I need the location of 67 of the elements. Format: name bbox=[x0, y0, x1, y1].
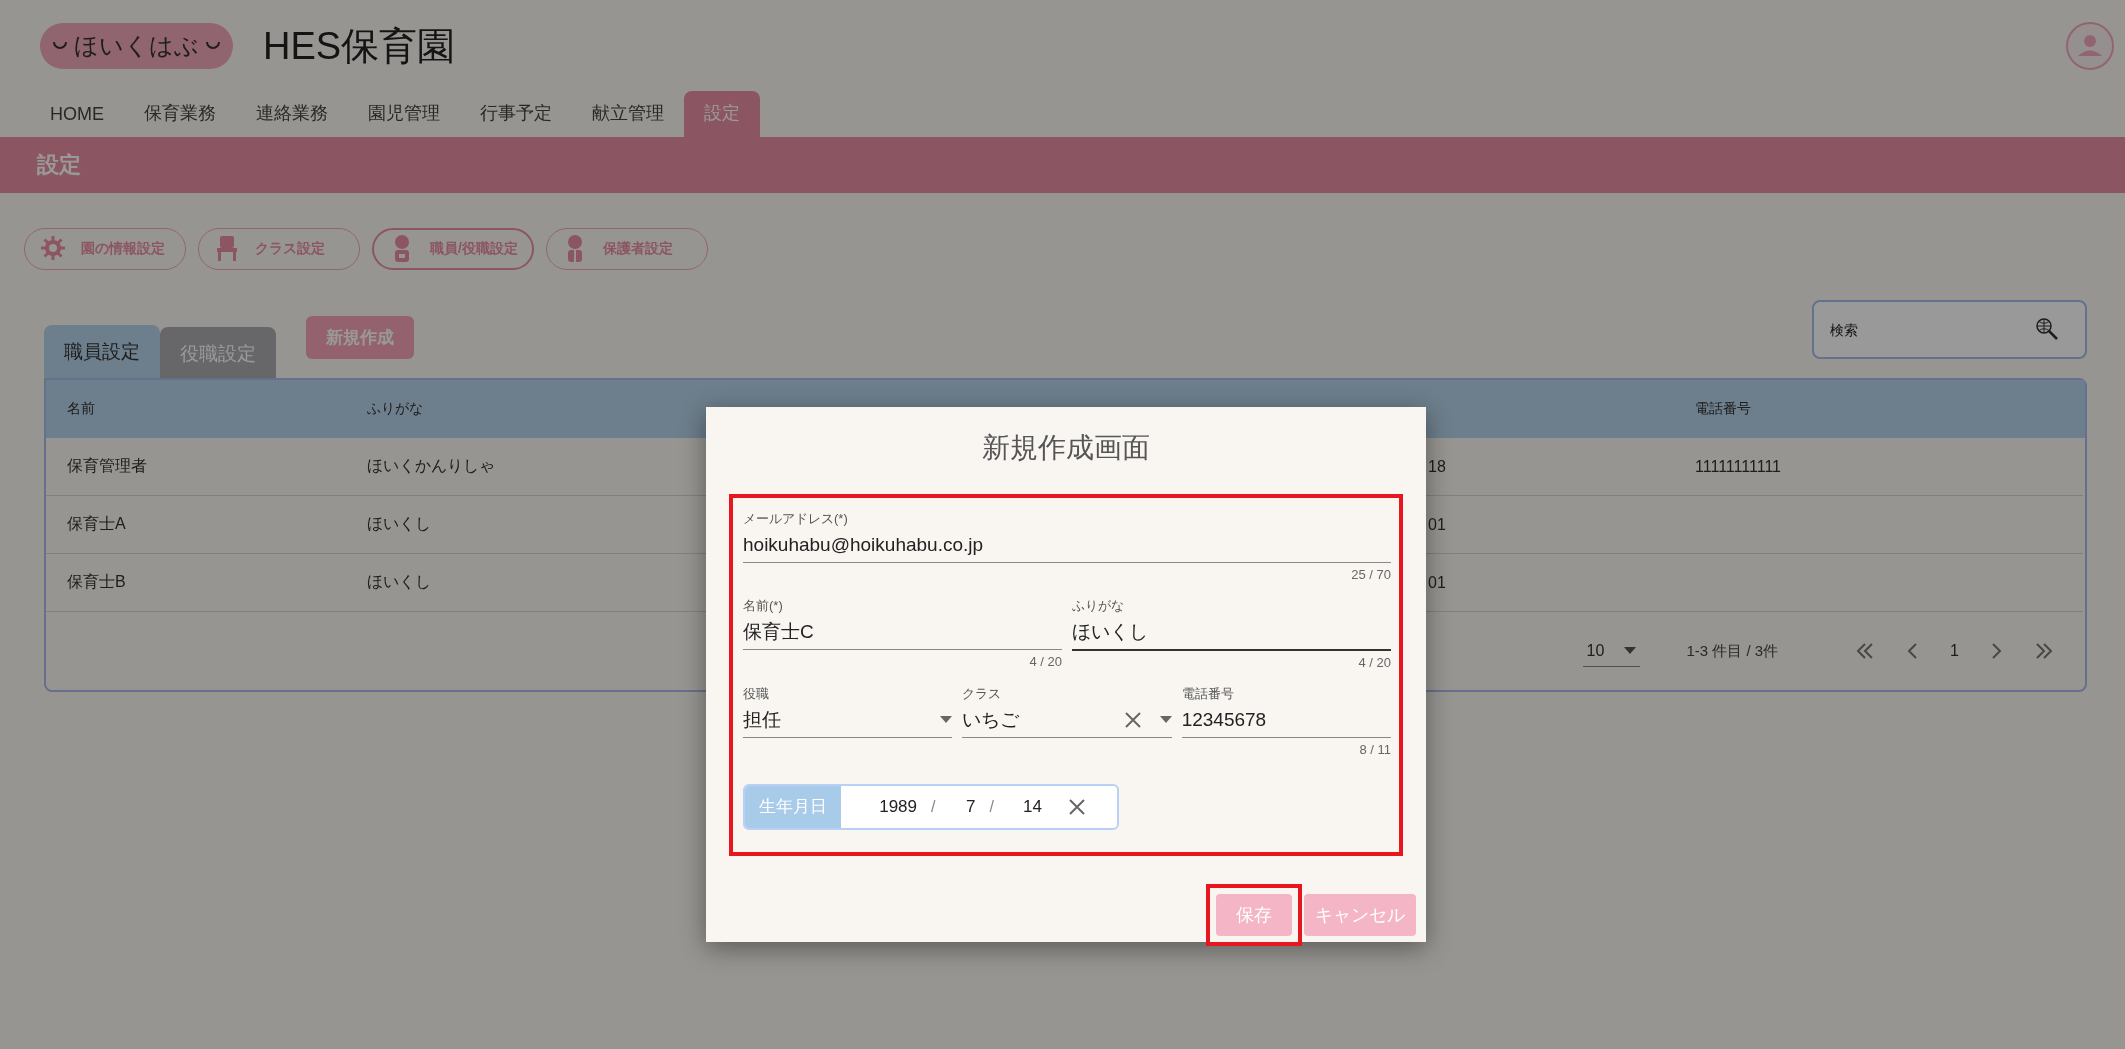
field-label: クラス bbox=[962, 685, 1003, 703]
table-cell-text: ほいくし bbox=[366, 572, 432, 592]
table-cell: 01 bbox=[1428, 515, 1446, 533]
search-field[interactable]: 検索 bbox=[1812, 300, 2087, 359]
date-separator: / bbox=[931, 798, 936, 816]
nav-tab[interactable]: 園児管理 bbox=[348, 91, 460, 137]
table-cell-text: 保育士A bbox=[66, 514, 127, 534]
field-value: ほいくし bbox=[1072, 620, 1149, 644]
search-icon bbox=[2035, 317, 2059, 341]
field-label: ふりがな bbox=[1072, 597, 1125, 615]
smile-icon bbox=[205, 40, 221, 52]
character-counter: 4 / 20 bbox=[1029, 654, 1062, 669]
nav-tab[interactable]: 保育業務 bbox=[124, 91, 236, 137]
table-cell-text: 保育士B bbox=[66, 572, 127, 592]
nav-tab[interactable]: HOME bbox=[30, 94, 124, 137]
table-cell: 11111111111 bbox=[1695, 457, 1781, 475]
field-value: 保育士C bbox=[743, 620, 815, 644]
clear-icon[interactable] bbox=[1123, 711, 1142, 729]
character-counter: 8 / 11 bbox=[1359, 742, 1391, 757]
select-field[interactable]: 役職 担任 bbox=[743, 681, 953, 738]
input-field[interactable]: 電話番号 12345678 bbox=[1181, 681, 1391, 738]
avatar-icon[interactable] bbox=[2065, 21, 2115, 71]
date-field[interactable]: 生年月日 1989 / 7 / 14 bbox=[743, 784, 1119, 830]
table-cell-text: 保育管理者 bbox=[66, 456, 148, 476]
field-value: いちご bbox=[962, 708, 1021, 732]
page-size-select[interactable]: 10 bbox=[1582, 635, 1641, 667]
month-value: 7 bbox=[965, 797, 976, 817]
input-field[interactable]: メールアドレス(*) hoikuhabu@hoikuhabu.co.jp bbox=[743, 506, 1391, 563]
page-title: 設定 bbox=[37, 151, 81, 179]
input-field[interactable]: 名前(*) 保育士C bbox=[743, 593, 1062, 650]
field-value: 担任 bbox=[743, 708, 782, 732]
input-field[interactable]: ふりがな ほいくし bbox=[1072, 593, 1391, 651]
date-label: 生年月日 bbox=[745, 786, 841, 828]
field-label: メールアドレス(*) bbox=[743, 510, 849, 528]
table-cell: 01 bbox=[1428, 573, 1446, 591]
table-cell-text: ほいくかんりしゃ bbox=[366, 456, 496, 476]
field-label: 役職 bbox=[743, 685, 770, 703]
dialog-title: 新規作成画面 bbox=[981, 431, 1151, 465]
dropdown-icon bbox=[1624, 646, 1637, 655]
table-cell-text: ほいくし bbox=[366, 514, 432, 534]
clear-icon[interactable] bbox=[1067, 798, 1086, 816]
character-counter: 25 / 70 bbox=[1351, 567, 1391, 582]
dropdown-icon[interactable] bbox=[940, 716, 953, 724]
column-header: 名前 bbox=[66, 400, 96, 418]
page-size-value: 10 bbox=[1586, 641, 1605, 660]
page-number[interactable]: 1 bbox=[1950, 642, 1959, 660]
site-title: HES保育園 bbox=[263, 23, 456, 69]
nav-tab[interactable]: 行事予定 bbox=[460, 91, 572, 137]
nav-tab[interactable]: 連絡業務 bbox=[236, 91, 348, 137]
field-label: 名前(*) bbox=[743, 597, 784, 615]
field-value: hoikuhabu@hoikuhabu.co.jp bbox=[743, 534, 985, 556]
page-range: 1-3 件目 / 3件 bbox=[1686, 641, 1779, 661]
day-value: 14 bbox=[1022, 797, 1042, 817]
smile-icon bbox=[52, 40, 68, 52]
field-value: 12345678 bbox=[1181, 709, 1268, 731]
nav-tab[interactable]: 献立管理 bbox=[572, 91, 684, 137]
dropdown-icon[interactable] bbox=[1159, 716, 1172, 724]
select-field[interactable]: クラス いちご bbox=[962, 681, 1172, 738]
field-label: 電話番号 bbox=[1181, 685, 1235, 703]
tab[interactable]: 職員設定 bbox=[44, 325, 160, 378]
date-separator: / bbox=[989, 798, 994, 816]
column-header: 電話番号 bbox=[1694, 400, 1752, 418]
table-cell: 18 bbox=[1428, 457, 1446, 475]
column-header: ふりがな bbox=[366, 400, 424, 418]
character-counter: 4 / 20 bbox=[1358, 655, 1391, 670]
year-value: 1989 bbox=[878, 797, 917, 817]
logo-text: ほいくはぶ bbox=[74, 31, 199, 61]
